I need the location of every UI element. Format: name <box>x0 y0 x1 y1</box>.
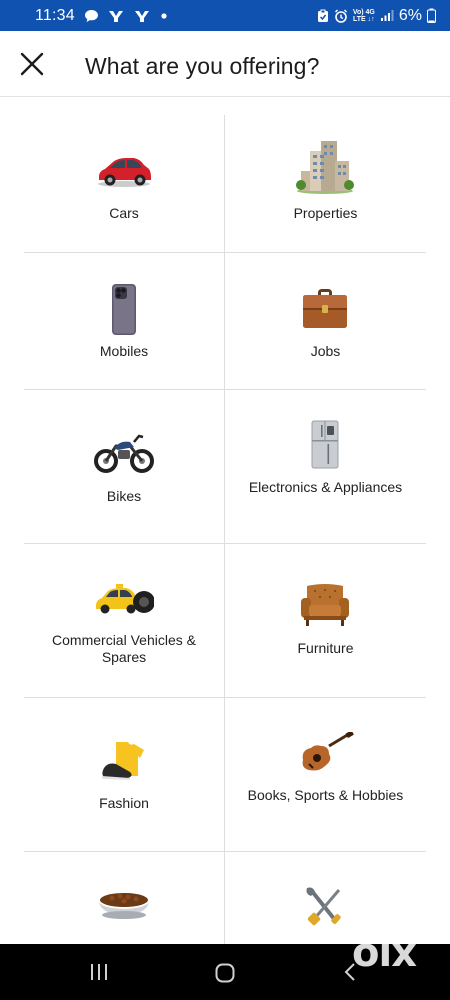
page-title: What are you offering? <box>85 53 320 79</box>
briefcase-icon <box>303 289 347 328</box>
category-row: Fashion Books, Sports & Hobbies <box>24 698 426 852</box>
status-time: 11:34 <box>35 6 75 24</box>
chat-icon <box>84 9 98 22</box>
armchair-icon <box>301 584 349 626</box>
tools-icon <box>306 887 341 926</box>
clipboard-icon <box>317 9 328 22</box>
home-icon <box>215 963 235 983</box>
category-mobiles[interactable]: Mobiles <box>24 253 225 389</box>
refrigerator-icon <box>311 420 339 469</box>
yahoo-mail-icon <box>108 10 123 22</box>
category-cars[interactable]: Cars <box>24 115 225 252</box>
building-icon <box>296 141 354 194</box>
recent-apps-icon <box>91 964 107 980</box>
category-label: Fashion <box>99 795 149 811</box>
app-header: What are you offering? <box>0 31 450 97</box>
olx-watermark: olx <box>352 930 417 976</box>
category-furniture[interactable]: Furniture <box>225 544 426 697</box>
category-row: Cars Properties <box>24 115 426 253</box>
category-label: Commercial Vehicles & Spares <box>52 632 196 665</box>
category-label: Electronics & Appliances <box>248 479 403 495</box>
close-button[interactable] <box>19 51 45 77</box>
category-label: Properties <box>293 205 358 221</box>
category-label: Bikes <box>106 488 142 504</box>
pet-bowl-icon <box>99 893 149 919</box>
category-books-sports-hobbies[interactable]: Books, Sports & Hobbies <box>225 698 426 851</box>
category-grid: Cars Properties Mobiles Jobs Bikes Elect… <box>24 115 426 972</box>
category-label: Mobiles <box>99 343 149 359</box>
recent-apps-button[interactable] <box>88 962 110 982</box>
close-icon <box>20 52 44 76</box>
battery-percent: 6% <box>398 6 422 24</box>
category-row: Bikes Electronics & Appliances <box>24 390 426 544</box>
taxi-tyre-icon <box>96 584 154 614</box>
signal-icon <box>380 10 394 21</box>
guitar-icon <box>302 732 354 771</box>
status-bar: 11:34 Vo) 4G LTE ↓↑ 6% <box>0 0 450 31</box>
network-indicator: Vo) 4G LTE ↓↑ <box>353 9 375 23</box>
motorcycle-icon <box>94 434 154 473</box>
category-electronics-appliances[interactable]: Electronics & Appliances <box>225 390 426 543</box>
category-row: Commercial Vehicles & Spares Furniture <box>24 544 426 698</box>
dot-icon <box>161 12 167 19</box>
category-jobs[interactable]: Jobs <box>225 253 426 389</box>
category-fashion[interactable]: Fashion <box>24 698 225 851</box>
category-properties[interactable]: Properties <box>225 115 426 252</box>
home-button[interactable] <box>214 962 236 984</box>
alarm-icon <box>334 9 347 23</box>
notification-icons <box>84 9 168 23</box>
lte-label: LTE ↓↑ <box>353 15 375 23</box>
category-label: Jobs <box>310 343 341 359</box>
battery-icon <box>427 8 436 23</box>
category-label: Furniture <box>297 640 354 656</box>
category-label: Books, Sports & Hobbies <box>247 787 404 803</box>
category-row: Mobiles Jobs <box>24 253 426 390</box>
category-bikes[interactable]: Bikes <box>24 390 225 543</box>
shirt-shoes-icon <box>102 742 144 780</box>
car-icon <box>98 158 151 187</box>
category-commercial-vehicles[interactable]: Commercial Vehicles & Spares <box>24 544 225 697</box>
yahoo-mail-icon-2 <box>134 10 149 22</box>
smartphone-icon <box>112 284 136 335</box>
category-label: Cars <box>109 205 139 221</box>
volte-label: Vo) 4G <box>352 8 375 16</box>
